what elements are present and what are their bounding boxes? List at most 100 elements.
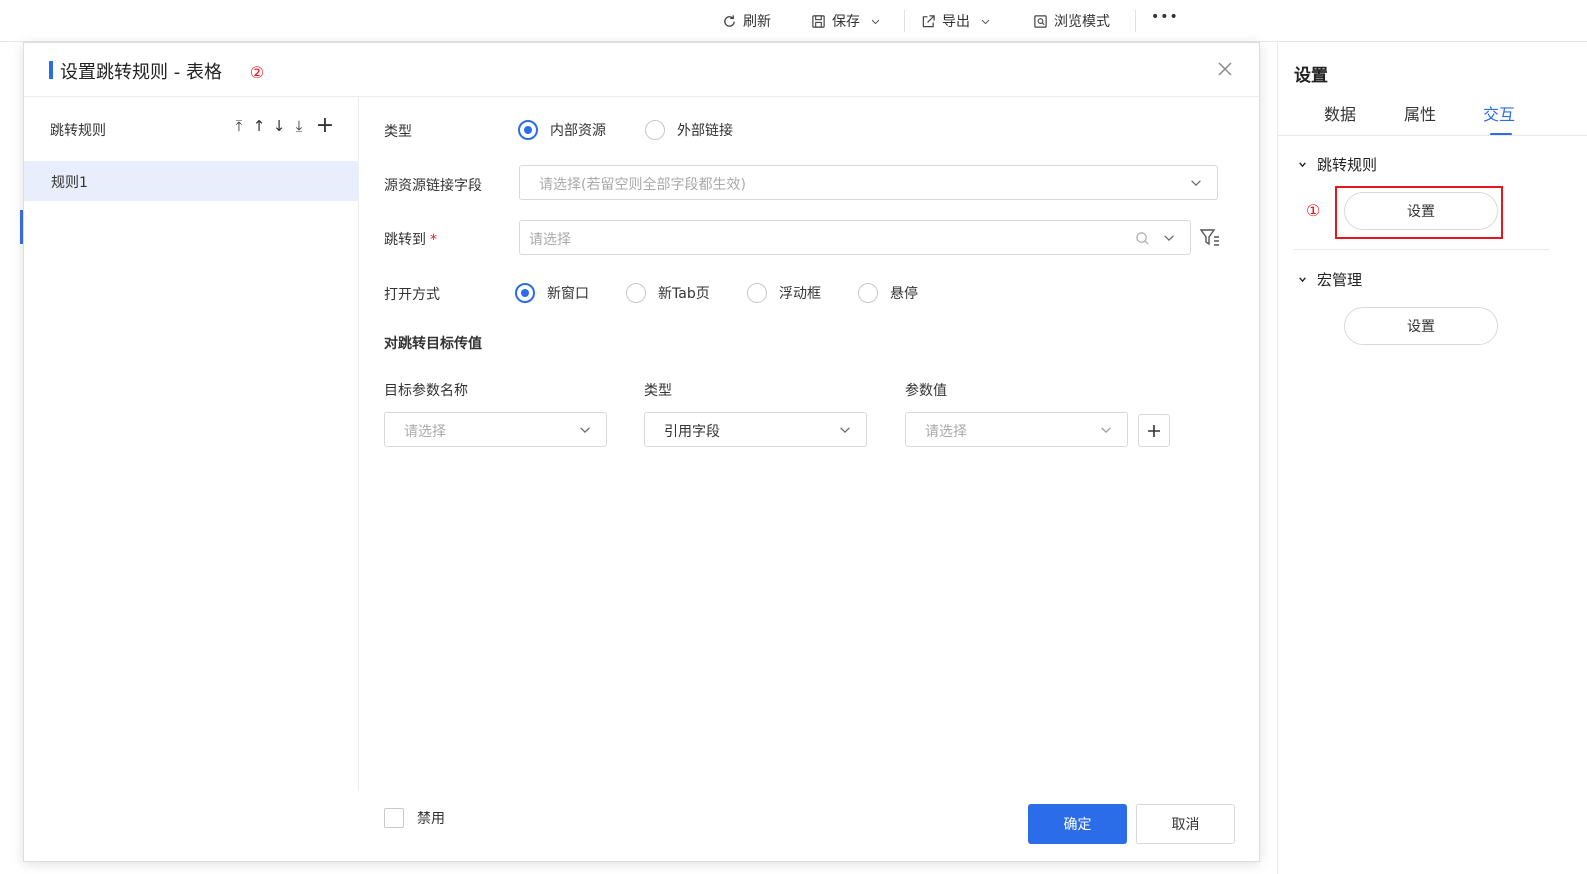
- settings-panel: 设置 数据 属性 交互 跳转规则 ① 设置 宏管理 设置: [1277, 43, 1587, 874]
- rule-list-panel: 跳转规则 ⤒ ↑ ↓ ⤓ + 规则1: [24, 97, 359, 791]
- jump-rule-dialog: 设置跳转规则 - 表格 ② 跳转规则 ⤒ ↑ ↓ ⤓ + 规则1 类型 内部资源…: [23, 42, 1260, 862]
- param-value-select[interactable]: 请选择: [905, 412, 1128, 447]
- open-new-window-radio[interactable]: 新窗口: [515, 283, 589, 303]
- move-up-icon[interactable]: ↑: [252, 117, 266, 135]
- rule-list-item-label: 规则1: [51, 175, 88, 191]
- type-external-radio[interactable]: 外部链接: [645, 120, 733, 140]
- source-field-select[interactable]: 请选择(若留空则全部字段都生效): [519, 165, 1218, 200]
- save-label: 保存: [832, 14, 860, 30]
- move-to-bottom-icon[interactable]: ⤓: [292, 117, 306, 135]
- tab-properties[interactable]: 属性: [1404, 101, 1436, 125]
- type-label: 类型: [384, 124, 412, 140]
- tabs-divider: [1278, 135, 1587, 136]
- param-type-select[interactable]: 引用字段: [644, 412, 867, 447]
- target-param-select[interactable]: 请选择: [384, 412, 607, 447]
- chevron-down-icon: [871, 19, 880, 24]
- open-new-tab-label: 新Tab页: [658, 286, 710, 302]
- refresh-icon: [724, 14, 735, 27]
- chevron-down-icon: [981, 19, 990, 24]
- search-icon: [1136, 232, 1149, 245]
- radio-dot: [747, 283, 767, 303]
- add-rule-icon[interactable]: +: [314, 115, 336, 137]
- close-icon[interactable]: [1215, 59, 1235, 79]
- rule-list-tools: ⤒ ↑ ↓ ⤓ +: [232, 115, 336, 137]
- chevron-down-icon: [1191, 180, 1201, 187]
- annotation-marker-1: ①: [1306, 201, 1321, 220]
- source-field-placeholder: 请选择(若留空则全部字段都生效): [539, 177, 746, 193]
- source-field-label: 源资源链接字段: [384, 178, 482, 194]
- filter-icon[interactable]: [1199, 227, 1221, 249]
- move-to-top-icon[interactable]: ⤒: [232, 117, 246, 135]
- annotation-marker-2: ②: [249, 63, 265, 82]
- open-hover-label: 悬停: [890, 286, 918, 302]
- open-new-window-label: 新窗口: [547, 286, 589, 302]
- target-param-column-header: 目标参数名称: [384, 383, 468, 399]
- save-icon: [812, 14, 825, 28]
- type-internal-label: 内部资源: [550, 123, 606, 139]
- save-button[interactable]: 保存: [811, 11, 881, 31]
- jump-to-placeholder: 请选择: [529, 232, 571, 248]
- type-internal-radio[interactable]: 内部资源: [518, 120, 606, 140]
- param-value-column-header: 参数值: [905, 383, 947, 399]
- jump-to-select[interactable]: 请选择: [519, 220, 1191, 255]
- more-icon: •••: [1151, 9, 1179, 25]
- chevron-down-icon: [1164, 235, 1174, 242]
- dialog-title-text: 设置跳转规则 - 表格: [60, 62, 222, 83]
- open-hover-radio[interactable]: 悬停: [858, 283, 918, 303]
- dialog-header: 设置跳转规则 - 表格 ②: [24, 43, 1259, 97]
- param-value-placeholder: 请选择: [925, 424, 967, 440]
- export-label: 导出: [942, 14, 970, 30]
- open-floating-radio[interactable]: 浮动框: [747, 283, 821, 303]
- chevron-down-icon: [1299, 162, 1306, 168]
- required-asterisk: *: [430, 232, 437, 248]
- export-button[interactable]: 导出: [921, 11, 991, 31]
- tab-data[interactable]: 数据: [1324, 101, 1356, 125]
- section-divider: [1294, 249, 1549, 250]
- refresh-label: 刷新: [743, 14, 771, 30]
- radio-dot: [626, 283, 646, 303]
- browse-mode-button[interactable]: 浏览模式: [1033, 11, 1110, 31]
- toolbar-divider: [1135, 10, 1136, 32]
- rule-list-header: 跳转规则: [50, 123, 106, 139]
- refresh-button[interactable]: 刷新: [722, 11, 771, 31]
- title-accent-bar: [49, 61, 53, 79]
- plus-icon: [1148, 424, 1160, 437]
- disable-label: 禁用: [417, 811, 445, 827]
- pass-value-heading: 对跳转目标传值: [384, 336, 482, 352]
- dialog-title: 设置跳转规则 - 表格 ②: [60, 58, 264, 84]
- browse-icon: [1034, 14, 1047, 28]
- disable-checkbox[interactable]: 禁用: [384, 808, 445, 828]
- chevron-down-icon: [580, 427, 590, 434]
- jump-rules-settings-button[interactable]: 设置: [1344, 192, 1498, 230]
- add-param-button[interactable]: [1138, 414, 1170, 447]
- chevron-down-icon: [1101, 427, 1111, 434]
- radio-dot: [515, 283, 535, 303]
- macro-settings-button[interactable]: 设置: [1344, 307, 1498, 345]
- radio-dot: [645, 120, 665, 140]
- settings-panel-title: 设置: [1294, 66, 1328, 86]
- export-icon: [922, 14, 935, 27]
- rule-form: 类型 内部资源 外部链接 源资源链接字段 请选择(若留空则全部字段都生效) 跳转…: [360, 97, 1260, 828]
- rule-list-item[interactable]: 规则1: [24, 161, 359, 201]
- open-new-tab-radio[interactable]: 新Tab页: [626, 283, 710, 303]
- param-type-value: 引用字段: [664, 424, 720, 440]
- section-jump-rules[interactable]: 跳转规则: [1298, 154, 1377, 175]
- target-param-placeholder: 请选择: [404, 424, 446, 440]
- radio-dot: [518, 120, 538, 140]
- open-mode-label: 打开方式: [384, 287, 440, 303]
- open-floating-label: 浮动框: [779, 286, 821, 302]
- type-external-label: 外部链接: [677, 123, 733, 139]
- move-down-icon[interactable]: ↓: [272, 117, 286, 135]
- chevron-down-icon: [840, 427, 850, 434]
- cancel-button[interactable]: 取消: [1136, 804, 1235, 844]
- confirm-button[interactable]: 确定: [1028, 804, 1127, 844]
- section-jump-rules-label: 跳转规则: [1317, 156, 1378, 174]
- section-macro-management[interactable]: 宏管理: [1298, 269, 1362, 290]
- param-type-column-header: 类型: [644, 383, 672, 399]
- chevron-down-icon: [1299, 277, 1306, 283]
- jump-to-label-text: 跳转到: [384, 232, 426, 248]
- browse-mode-label: 浏览模式: [1054, 14, 1110, 30]
- more-menu-button[interactable]: •••: [1151, 9, 1179, 25]
- jump-to-label: 跳转到 *: [384, 229, 437, 249]
- tab-interaction[interactable]: 交互: [1483, 101, 1515, 125]
